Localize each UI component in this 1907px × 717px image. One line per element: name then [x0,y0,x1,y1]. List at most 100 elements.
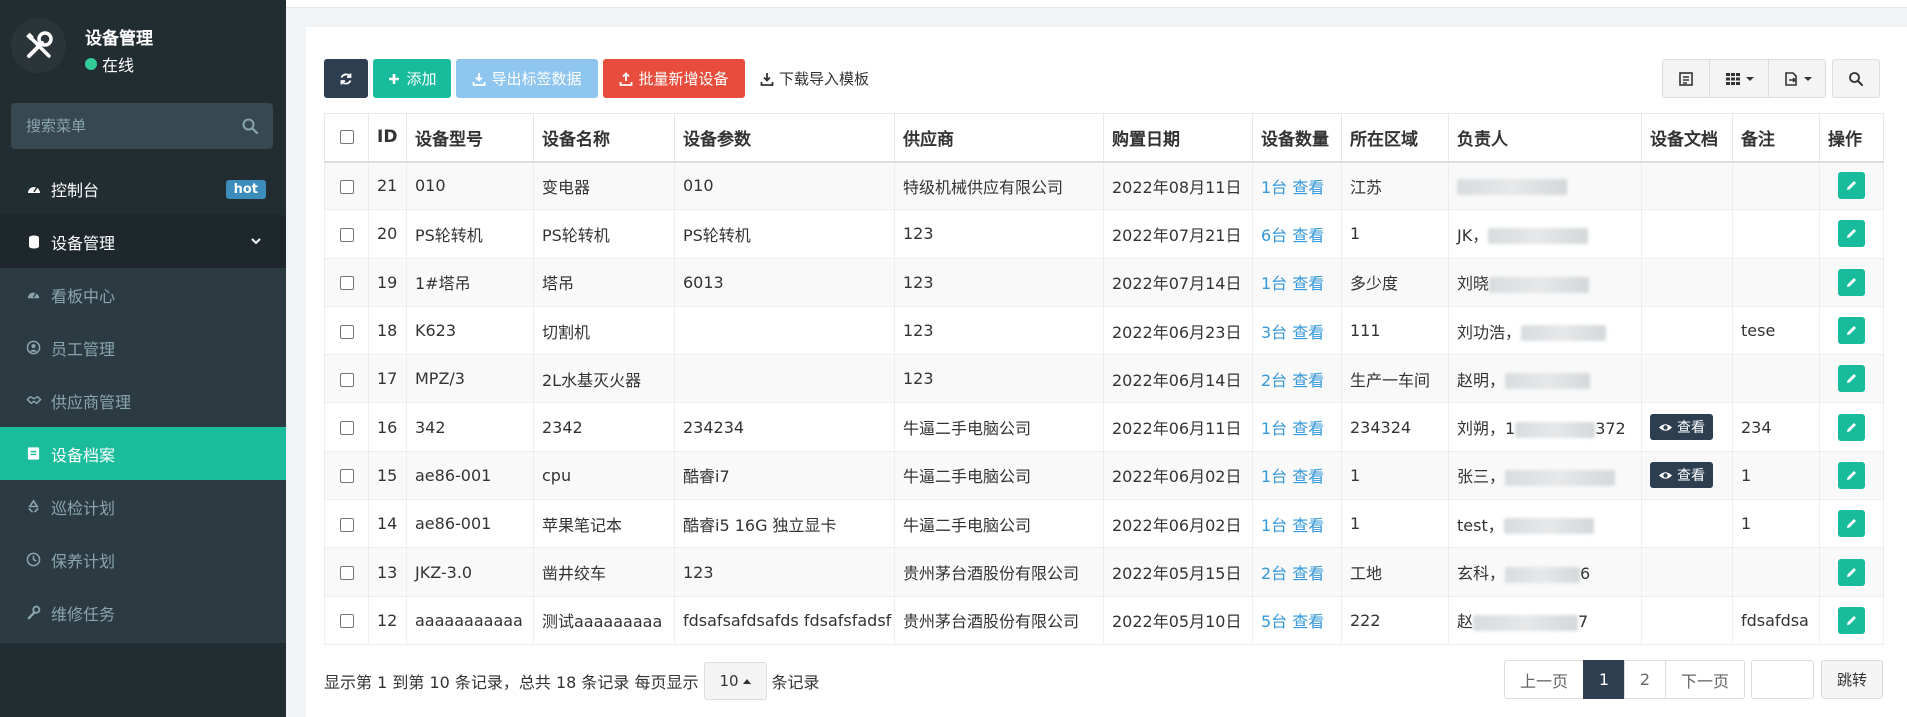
row-checkbox[interactable] [339,517,354,532]
col-header-qty[interactable]: 设备数量 [1252,113,1342,163]
sidebar-item-supplier[interactable]: 供应商管理 [0,374,286,427]
row-checkbox[interactable] [339,566,354,581]
pagination-summary: 显示第 1 到第 10 条记录，总共 18 条记录 每页显示 [324,673,699,692]
search-toggle-button[interactable] [1832,59,1880,98]
batch-add-button[interactable]: 批量新增设备 [603,59,745,98]
qty-view-link[interactable]: 2台 查看 [1261,564,1324,583]
qty-view-link[interactable]: 1台 查看 [1261,274,1324,293]
edit-button[interactable] [1838,172,1865,200]
page-1-button[interactable]: 1 [1583,660,1625,699]
add-button[interactable]: 添加 [373,59,451,98]
row-select-cell [324,547,369,597]
cell-id: 20 [368,209,407,259]
menu-search-input[interactable] [11,103,231,149]
edit-button[interactable] [1838,268,1865,296]
view-doc-button[interactable]: 查看 [1650,414,1713,441]
cell-date: 2022年07月21日 [1103,209,1253,259]
row-checkbox[interactable] [339,276,354,291]
col-header-params[interactable]: 设备参数 [674,113,895,163]
edit-button[interactable] [1838,413,1865,441]
row-checkbox[interactable] [339,372,354,387]
qty-view-link[interactable]: 1台 查看 [1261,516,1324,535]
cell-id: 16 [368,402,407,452]
table-row[interactable]: 16 342 2342 234234 牛逼二手电脑公司 2022年06月11日 1台 查看 2… [324,402,1884,452]
sidebar: 设备管理 在线 控制台 hot 设备管理 看板中心 [0,0,286,717]
row-checkbox[interactable] [339,614,354,629]
row-checkbox[interactable] [339,421,354,436]
jump-button[interactable]: 跳转 [1821,660,1883,699]
caret-down-icon [1745,76,1754,81]
qty-view-link[interactable]: 1台 查看 [1261,178,1324,197]
sidebar-item-staff[interactable]: 员工管理 [0,321,286,374]
row-checkbox[interactable] [339,324,354,339]
sidebar-item-device-management[interactable]: 设备管理 [0,215,286,268]
col-header-name[interactable]: 设备名称 [533,113,675,163]
qty-view-link[interactable]: 3台 查看 [1261,323,1324,342]
cell-supplier: 贵州茅台酒股份有限公司 [894,547,1104,597]
table-row[interactable]: 15 ae86-001 cpu 酷睿i7 牛逼二手电脑公司 2022年06月02日 1台 查… [324,450,1884,501]
cell-remark [1732,209,1820,259]
edit-button[interactable] [1838,558,1865,586]
col-header-supplier[interactable]: 供应商 [894,113,1104,163]
sidebar-item-repair-task[interactable]: 维修任务 [0,586,286,639]
edit-button[interactable] [1838,510,1865,538]
export-menu-button[interactable] [1768,59,1826,98]
sidebar-item-device-archive[interactable]: 设备档案 [0,427,286,480]
qty-view-link[interactable]: 2台 查看 [1261,371,1324,390]
qty-view-link[interactable]: 5台 查看 [1261,612,1324,631]
cell-name: 2L水基灭火器 [533,354,675,404]
qty-view-link[interactable]: 1台 查看 [1261,419,1324,438]
col-header-doc[interactable]: 设备文档 [1641,113,1733,163]
next-page-button[interactable]: 下一页 [1665,660,1745,699]
col-header-area[interactable]: 所在区域 [1341,113,1449,163]
columns-button[interactable] [1709,59,1769,98]
sidebar-item-board-center[interactable]: 看板中心 [0,268,286,321]
edit-button[interactable] [1838,606,1865,634]
sidebar-item-label: 控制台 [51,180,100,200]
sidebar-item-dashboard[interactable]: 控制台 hot [0,162,286,215]
row-checkbox[interactable] [339,227,354,242]
table-row[interactable]: 21 010 变电器 010 特级机械供应有限公司 2022年08月11日 1台 查看 江苏 [324,160,1884,211]
table-row[interactable]: 14 ae86-001 苹果笔记本 酷睿i5 16G 独立显卡 牛逼二手电脑公司 2022… [324,499,1884,549]
jump-page-input[interactable] [1751,660,1814,699]
export-tags-button[interactable]: 导出标签数据 [456,59,598,98]
prev-page-button[interactable]: 上一页 [1504,660,1584,699]
select-all-checkbox[interactable] [339,130,354,145]
sidebar-item-maintenance-plan[interactable]: 保养计划 [0,533,286,586]
edit-button[interactable] [1838,317,1865,345]
table-row[interactable]: 18 K623 切割机 123 2022年06月23日 3台 查看 111 刘功浩， tese [324,305,1884,356]
view-doc-button[interactable]: 查看 [1650,462,1713,489]
cell-area: 江苏 [1341,160,1449,211]
refresh-button[interactable] [324,59,368,98]
col-header-owner[interactable]: 负责人 [1448,113,1642,163]
edit-button[interactable] [1838,461,1865,489]
edit-button[interactable] [1838,220,1865,248]
toggle-view-button[interactable] [1662,59,1710,98]
table-row[interactable]: 19 1#塔吊 塔吊 6013 123 2022年07月14日 1台 查看 多少度 刘晓 [324,257,1884,307]
sidebar-item-inspection-plan[interactable]: 巡检计划 [0,480,286,533]
qty-view-link[interactable]: 1台 查看 [1261,467,1324,486]
col-header-id[interactable]: ID [368,113,407,163]
edit-button[interactable] [1838,365,1865,393]
device-icon [25,233,42,250]
table-row[interactable]: 20 PS轮转机 PS轮转机 PS轮转机 123 2022年07月21日 6台 查看 1 JK， [324,209,1884,259]
cell-doc [1641,547,1733,597]
col-header-model[interactable]: 设备型号 [406,113,534,163]
col-header-date[interactable]: 购置日期 [1103,113,1253,163]
qty-view-link[interactable]: 6台 查看 [1261,226,1324,245]
cell-supplier: 特级机械供应有限公司 [894,160,1104,211]
batch-label: 批量新增设备 [638,70,729,88]
table-row[interactable]: 13 JKZ-3.0 凿井绞车 123 贵州茅台酒股份有限公司 2022年05月15日 2台… [324,547,1884,597]
cell-action [1819,305,1884,356]
row-checkbox[interactable] [339,469,354,484]
caret-up-icon [742,679,751,684]
page-2-button[interactable]: 2 [1624,660,1666,699]
table-row[interactable]: 12 aaaaaaaaaaa 测试aaaaaaaaa fdsafsafdsafds f… [324,595,1884,645]
page-size-select[interactable]: 10 [703,662,767,700]
row-checkbox[interactable] [339,179,354,194]
table-row[interactable]: 17 MPZ/3 2L水基灭火器 123 2022年06月14日 2台 查看 生产一车间 赵明… [324,354,1884,404]
user-status: 在线 [85,52,134,76]
col-header-remark[interactable]: 备注 [1732,113,1820,163]
download-template-button[interactable]: 下载导入模板 [750,59,879,98]
search-icon[interactable] [241,117,259,135]
